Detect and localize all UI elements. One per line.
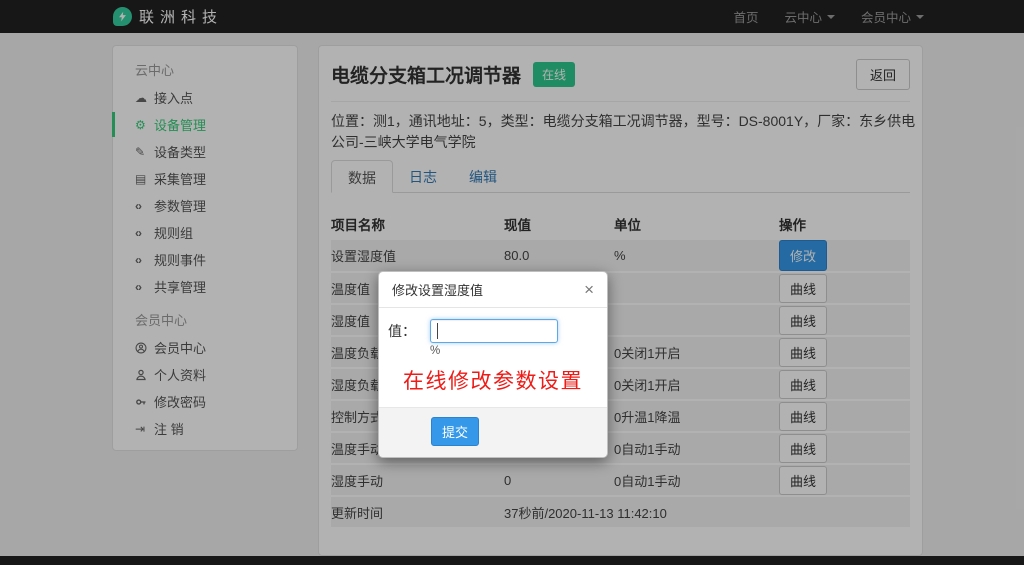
submit-button[interactable]: 提交 [431, 417, 479, 446]
unit-hint: % [430, 345, 598, 357]
edit-value-modal: 修改设置湿度值 × 值： % 在线修改参数设置 提交 [378, 271, 608, 458]
modal-message: 在线修改参数设置 [388, 365, 598, 395]
close-icon[interactable]: × [584, 281, 594, 298]
value-field-label: 值： [388, 321, 430, 341]
text-caret [437, 323, 438, 339]
value-input[interactable] [430, 319, 558, 343]
modal-title: 修改设置湿度值 [392, 280, 483, 299]
